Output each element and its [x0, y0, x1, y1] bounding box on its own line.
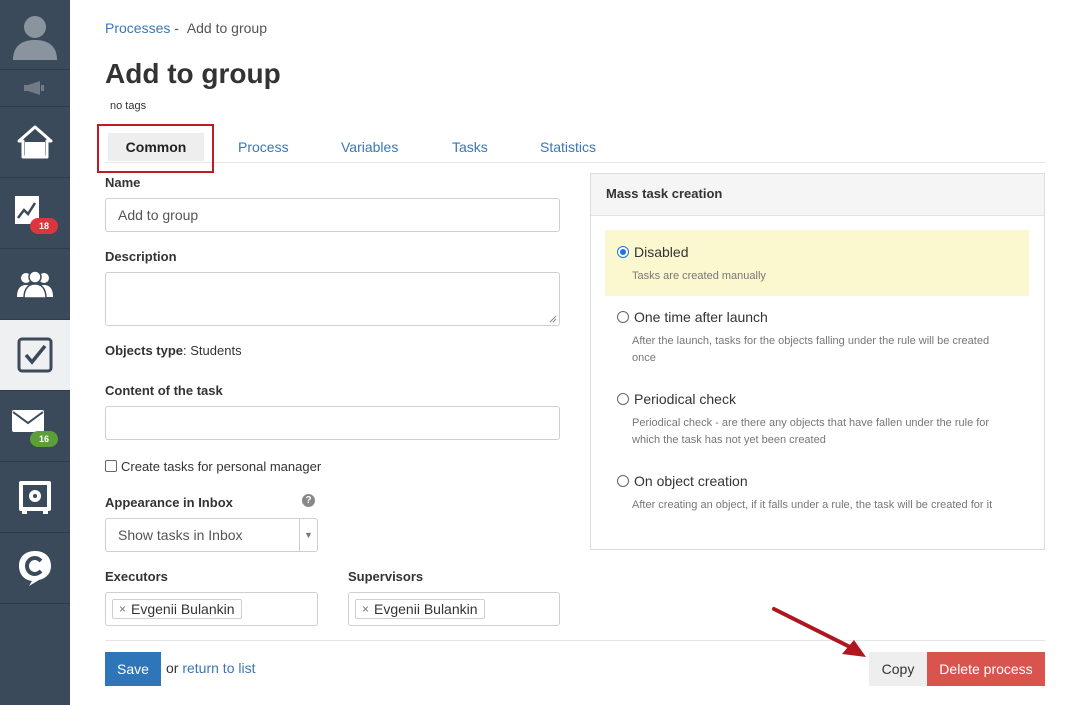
remove-supervisor-icon[interactable]: × [362, 602, 369, 616]
logo-icon [19, 551, 51, 586]
objects-type: Objects type: Students [105, 343, 242, 358]
speaker-icon [24, 81, 44, 95]
executor-name: Evgenii Bulankin [131, 601, 235, 617]
appearance-select[interactable]: Show tasks in Inbox ▼ [105, 518, 318, 552]
sidebar-item-safe[interactable] [0, 462, 70, 533]
radio-periodical[interactable] [617, 393, 629, 405]
executor-chip: × Evgenii Bulankin [112, 599, 242, 619]
breadcrumb-processes-link[interactable]: Processes [105, 20, 170, 36]
tasks-icon [17, 337, 53, 373]
return-to-list-link[interactable]: return to list [182, 660, 255, 676]
sidebar-item-home[interactable] [0, 107, 70, 178]
supervisors-field[interactable]: × Evgenii Bulankin [348, 592, 560, 626]
mass-task-title: Mass task creation [591, 174, 1044, 216]
radio-one-time[interactable] [617, 311, 629, 323]
copy-button[interactable]: Copy [869, 652, 927, 686]
option-disabled-label: Disabled [634, 244, 689, 260]
name-label: Name [105, 175, 141, 190]
user-avatar[interactable] [0, 0, 70, 70]
option-one-time-label: One time after launch [634, 309, 768, 325]
avatar-icon [13, 15, 57, 60]
sidebar-item-reports[interactable]: 18 [0, 178, 70, 249]
appearance-label: Appearance in Inbox [105, 495, 233, 510]
or-text: or [166, 660, 179, 676]
save-button[interactable]: Save [105, 652, 161, 686]
content-label: Content of the task [105, 383, 223, 398]
sidebar: 18 16 [0, 0, 70, 705]
tab-bar: Common Process Variables Tasks Statistic… [105, 128, 1045, 163]
tab-statistics[interactable]: Statistics [540, 133, 596, 161]
option-on-creation[interactable]: On object creation After creating an obj… [605, 473, 1029, 514]
name-input[interactable]: Add to group [105, 198, 560, 232]
sidebar-item-announcements[interactable] [0, 70, 70, 107]
arrow-annotation-icon [772, 607, 866, 657]
option-one-time[interactable]: One time after launch After the launch, … [605, 309, 1029, 367]
breadcrumb: Processes - Add to group [105, 20, 267, 36]
mail-badge: 16 [30, 431, 58, 447]
appearance-value: Show tasks in Inbox [118, 527, 243, 543]
personal-manager-label: Create tasks for personal manager [121, 459, 322, 474]
safe-icon [19, 481, 51, 514]
option-on-creation-label: On object creation [634, 473, 748, 489]
help-icon[interactable]: ? [302, 494, 315, 507]
option-periodical-label: Periodical check [634, 391, 736, 407]
page-title: Add to group [105, 58, 281, 89]
tags-label: no tags [110, 100, 147, 112]
sidebar-item-users[interactable] [0, 249, 70, 320]
sidebar-item-mail[interactable]: 16 [0, 391, 70, 462]
mail-icon [12, 410, 44, 432]
mass-task-panel: Mass task creation Disabled Tasks are cr… [590, 173, 1045, 550]
resize-handle-icon[interactable] [549, 315, 557, 323]
executors-label: Executors [105, 569, 168, 584]
reports-badge: 18 [30, 218, 58, 234]
content-input[interactable] [105, 406, 560, 440]
return-text: or return to list [166, 660, 255, 676]
option-on-creation-desc: After creating an object, if it falls un… [632, 499, 993, 511]
delete-process-button[interactable]: Delete process [927, 652, 1045, 686]
supervisor-name: Evgenii Bulankin [374, 601, 478, 617]
people-icon [17, 270, 53, 299]
option-periodical[interactable]: Periodical check Periodical check - are … [605, 391, 1029, 449]
remove-executor-icon[interactable]: × [119, 602, 126, 616]
radio-on-creation[interactable] [617, 475, 629, 487]
tab-process[interactable]: Process [238, 133, 289, 161]
objects-type-label: Objects type [105, 343, 184, 358]
personal-manager-checkbox[interactable] [105, 460, 117, 472]
chevron-down-icon[interactable]: ▼ [299, 519, 317, 551]
tab-variables[interactable]: Variables [341, 133, 398, 161]
supervisors-label: Supervisors [348, 569, 424, 584]
radio-disabled[interactable] [617, 246, 629, 258]
tab-highlight-box [97, 124, 214, 173]
option-disabled[interactable]: Disabled Tasks are created manually [605, 230, 1029, 296]
objects-type-value: Students [190, 343, 242, 358]
sidebar-item-tasks[interactable] [0, 320, 70, 391]
option-disabled-desc: Tasks are created manually [632, 270, 766, 282]
breadcrumb-current: Add to group [186, 20, 267, 36]
description-textarea[interactable] [105, 272, 560, 326]
option-periodical-desc: Periodical check - are there any objects… [632, 417, 990, 446]
personal-manager-option[interactable]: Create tasks for personal manager [105, 459, 321, 474]
breadcrumb-separator: - [174, 20, 179, 36]
executors-field[interactable]: × Evgenii Bulankin [105, 592, 318, 626]
option-one-time-desc: After the launch, tasks for the objects … [632, 335, 990, 364]
name-input-value: Add to group [118, 207, 199, 223]
home-icon [17, 125, 53, 159]
tab-tasks[interactable]: Tasks [452, 133, 488, 161]
sidebar-item-logo[interactable] [0, 533, 70, 604]
description-label: Description [105, 249, 177, 264]
footer-divider [105, 640, 1045, 641]
supervisor-chip: × Evgenii Bulankin [355, 599, 485, 619]
